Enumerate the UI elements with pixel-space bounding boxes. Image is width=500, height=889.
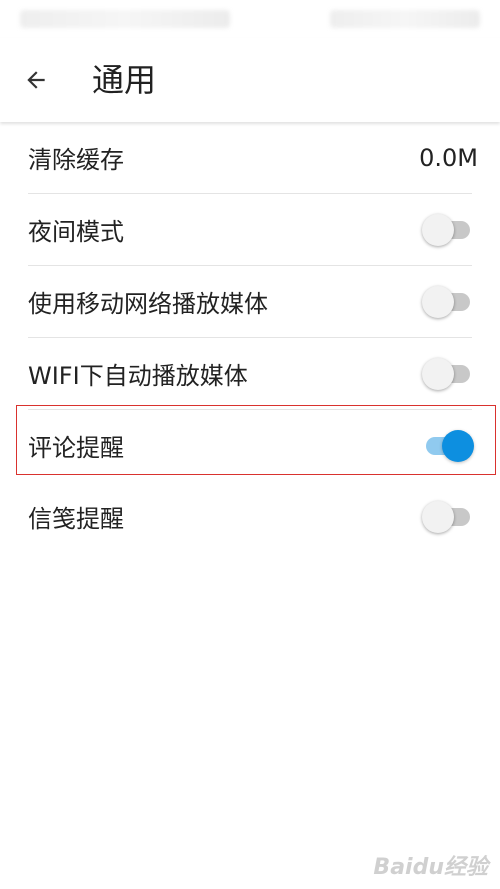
status-bar [0,0,500,38]
setting-row-night-mode: 夜间模式 [28,194,472,266]
cache-size-value: 0.0M [419,143,478,172]
comment-reminder-toggle[interactable] [422,429,474,463]
setting-label: 夜间模式 [28,218,124,246]
settings-screen: 通用 清除缓存 0.0M 夜间模式 使用移动网络播放媒体 WIFI下自动播放媒体 [0,0,500,889]
toggle-thumb [422,500,454,533]
toggle-thumb [422,285,454,318]
setting-label: 清除缓存 [28,146,124,174]
letter-reminder-toggle[interactable] [422,500,474,534]
setting-row-wifi-autoplay: WIFI下自动播放媒体 [28,338,472,410]
setting-row-mobile-media: 使用移动网络播放媒体 [28,266,472,338]
toggle-thumb [442,429,474,462]
arrow-left-icon [27,71,45,89]
app-bar: 通用 [0,38,500,122]
watermark: Baidu经验 [373,855,488,880]
page-title: 通用 [92,61,157,99]
settings-list: 清除缓存 0.0M 夜间模式 使用移动网络播放媒体 WIFI下自动播放媒体 评论… [0,122,500,552]
status-bar-blurred-left [20,10,230,28]
toggle-thumb [422,213,454,246]
setting-label: 信笺提醒 [28,505,124,533]
setting-label: 使用移动网络播放媒体 [28,290,268,318]
mobile-media-toggle[interactable] [422,285,474,319]
back-button[interactable] [14,58,58,102]
setting-label: WIFI下自动播放媒体 [28,362,248,390]
status-bar-blurred-right [330,10,480,28]
night-mode-toggle[interactable] [422,213,474,247]
wifi-autoplay-toggle[interactable] [422,357,474,391]
setting-row-clear-cache[interactable]: 清除缓存 0.0M [28,122,478,194]
setting-row-comment-reminder: 评论提醒 [28,410,474,481]
toggle-thumb [422,357,454,390]
setting-row-letter-reminder: 信笺提醒 [28,481,472,552]
setting-label: 评论提醒 [28,434,124,462]
